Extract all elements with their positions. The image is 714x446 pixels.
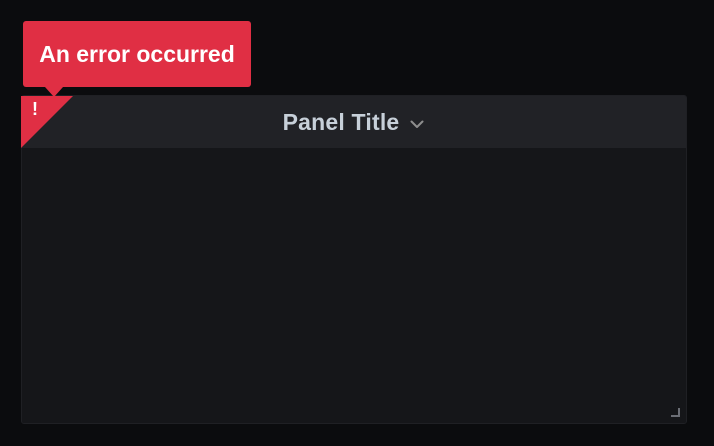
resize-handle-icon[interactable]	[671, 408, 680, 417]
panel-header[interactable]: Panel Title	[22, 96, 686, 148]
error-message: An error occurred	[39, 40, 235, 67]
error-indicator[interactable]: !	[21, 96, 73, 148]
panel-title-menu[interactable]: Panel Title	[283, 110, 426, 134]
exclamation-icon: !	[32, 99, 38, 119]
dashboard-canvas: Panel Title ! An error occurred	[0, 0, 714, 446]
tooltip-arrow	[45, 87, 63, 97]
chevron-down-icon[interactable]	[409, 116, 425, 132]
error-tooltip: An error occurred	[23, 21, 251, 87]
panel-title[interactable]: Panel Title	[283, 110, 400, 134]
panel: Panel Title	[21, 95, 687, 424]
panel-body	[22, 148, 686, 423]
